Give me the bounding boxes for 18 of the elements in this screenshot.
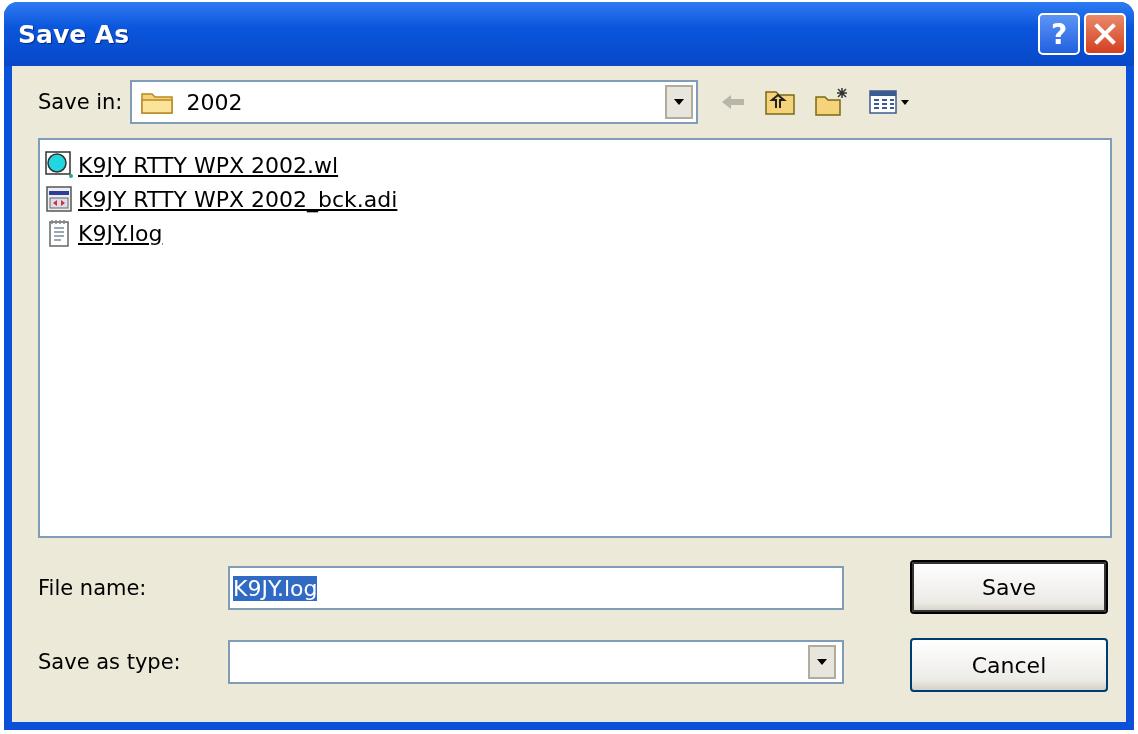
file-name-field[interactable]: K9JY.log <box>228 566 844 610</box>
file-item[interactable]: K9JY RTTY WPX 2002_bck.adi <box>78 186 398 212</box>
file-item[interactable]: K9JY RTTY WPX 2002.wl <box>78 152 339 178</box>
up-folder-icon[interactable] <box>764 88 797 116</box>
save-as-type-label: Save as type: <box>38 650 182 674</box>
save-button[interactable]: Save <box>910 560 1108 614</box>
save-as-type-dropdown[interactable] <box>228 640 844 684</box>
globe-document-icon <box>44 150 74 180</box>
cancel-button[interactable]: Cancel <box>910 638 1108 692</box>
save-in-dropdown[interactable]: 2002 <box>130 80 699 124</box>
program-window-icon <box>44 184 74 214</box>
close-icon <box>1092 21 1118 47</box>
file-name-label: File name: <box>38 576 148 600</box>
file-item[interactable]: K9JY.log <box>78 220 163 246</box>
window-title: Save As <box>18 19 130 49</box>
help-button[interactable]: ? <box>1038 13 1080 55</box>
save-in-label: Save in: <box>38 90 123 114</box>
close-button[interactable] <box>1084 13 1126 55</box>
